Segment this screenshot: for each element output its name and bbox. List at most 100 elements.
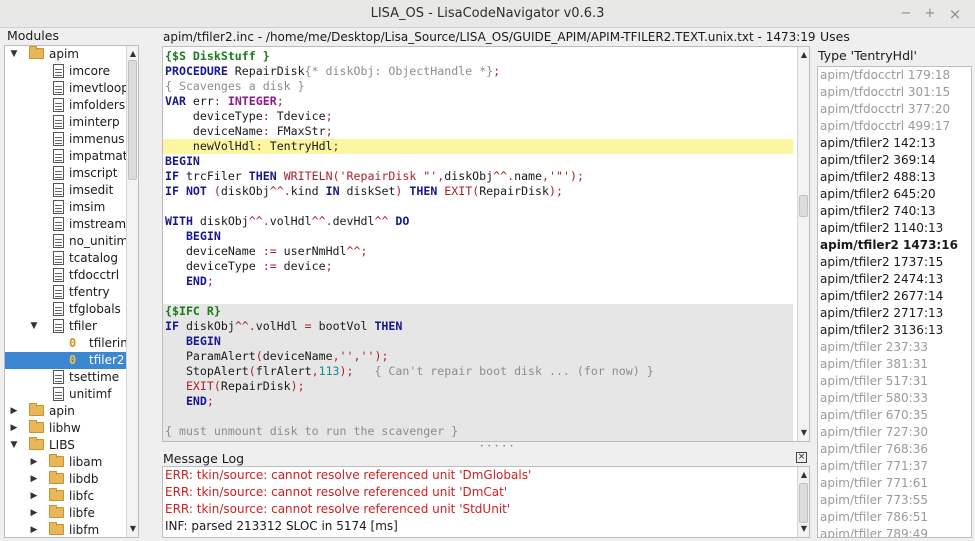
uses-item[interactable]: apim/tfiler2 645:20 — [818, 186, 971, 203]
code-editor[interactable]: {$S DiskStuff } PROCEDURE RepairDisk{* di… — [162, 46, 810, 442]
tree-item-tfentry[interactable]: tfentry — [5, 284, 138, 301]
uses-item[interactable]: apim/tfiler 789:49 — [818, 526, 971, 537]
uses-item[interactable]: apim/tfiler 773:55 — [818, 492, 971, 509]
expand-arrow-icon[interactable]: ▶ — [9, 403, 19, 420]
uses-item[interactable]: apim/tfiler2 1140:13 — [818, 220, 971, 237]
code-line[interactable]: EXIT(RepairDisk); — [163, 379, 793, 394]
uses-item[interactable]: apim/tfdocctrl 377:20 — [818, 101, 971, 118]
code-line[interactable] — [163, 199, 793, 214]
code-line[interactable]: BEGIN — [163, 334, 793, 349]
code-line[interactable]: WITH diskObj^^.volHdl^^.devHdl^^ DO — [163, 214, 793, 229]
splitter-handle[interactable]: • • • • • — [480, 443, 514, 450]
uses-item[interactable]: apim/tfiler2 3136:13 — [818, 322, 971, 339]
tree-item-imscript[interactable]: imscript — [5, 165, 138, 182]
uses-item[interactable]: apim/tfiler 768:36 — [818, 441, 971, 458]
uses-item[interactable]: apim/tfiler2 2474:13 — [818, 271, 971, 288]
code-line[interactable]: IF diskObj^^.volHdl = bootVol THEN — [163, 319, 793, 334]
code-line[interactable]: StopAlert(flrAlert,113); { Can't repair … — [163, 364, 793, 379]
uses-item[interactable]: apim/tfiler2 740:13 — [818, 203, 971, 220]
tree-item-apin[interactable]: ▶ apin — [5, 403, 138, 420]
uses-list[interactable]: apim/tfdocctrl 179:18 apim/tfdocctrl 301:… — [817, 66, 972, 538]
uses-item[interactable]: apim/tfiler 381:31 — [818, 356, 971, 373]
code-line[interactable]: { must unmount disk to run the scavenger… — [163, 424, 793, 439]
tree-item-libhw[interactable]: ▶ libhw — [5, 420, 138, 437]
close-button[interactable]: × — [947, 6, 963, 22]
tree-item-libs[interactable]: ▼ LIBS — [5, 437, 138, 454]
code-line[interactable]: END; — [163, 394, 793, 409]
minimize-button[interactable]: − — [898, 6, 914, 22]
expand-arrow-icon[interactable]: ▶ — [9, 420, 19, 437]
tree-item-tfglobals[interactable]: tfglobals — [5, 301, 138, 318]
uses-item[interactable]: apim/tfiler 786:51 — [818, 509, 971, 526]
code-line[interactable]: deviceType := device; — [163, 259, 793, 274]
scroll-thumb[interactable] — [128, 60, 137, 180]
uses-item[interactable]: apim/tfiler2 1737:15 — [818, 254, 971, 271]
uses-item[interactable]: apim/tfiler2 1473:16 — [818, 237, 971, 254]
uses-item[interactable]: apim/tfiler2 2717:13 — [818, 305, 971, 322]
code-line[interactable]: deviceType: Tdevice; — [163, 109, 793, 124]
tree-item-libdb[interactable]: ▶ libdb — [5, 471, 138, 488]
tree-item-immenus[interactable]: immenus — [5, 131, 138, 148]
code-line[interactable] — [163, 409, 793, 424]
message-scrollbar[interactable]: ▲ ▼ — [797, 467, 809, 537]
code-line[interactable]: newVolHdl: TentryHdl; — [163, 139, 793, 154]
code-line[interactable]: BEGIN — [163, 154, 793, 169]
code-line[interactable]: ParamAlert(deviceName,'',''); — [163, 439, 793, 441]
tree-item-libfc[interactable]: ▶ libfc — [5, 488, 138, 505]
editor-scrollbar[interactable]: ▲ ▼ — [797, 47, 809, 441]
tree-item-tfiler[interactable]: ▼ tfiler — [5, 318, 138, 335]
tree-item-apim[interactable]: ▼ apim — [5, 46, 138, 63]
tree-item-imsedit[interactable]: imsedit — [5, 182, 138, 199]
collapse-arrow-icon[interactable]: ▼ — [9, 437, 19, 454]
scroll-down-icon[interactable]: ▼ — [799, 428, 809, 438]
modules-tree[interactable]: ▼ apim imcore imevtloop imfolders iminterp imm… — [4, 45, 139, 538]
tree-item-imsim[interactable]: imsim — [5, 199, 138, 216]
tree-item-tfilerint[interactable]: 0 tfilerint — [5, 335, 138, 352]
code-line[interactable]: {$S DiskStuff } — [163, 49, 793, 64]
scroll-thumb[interactable] — [799, 483, 808, 523]
tree-item-imstream[interactable]: imstream — [5, 216, 138, 233]
tree-item-iminterp[interactable]: iminterp — [5, 114, 138, 131]
uses-item[interactable]: apim/tfiler2 2677:14 — [818, 288, 971, 305]
code-line[interactable]: { Scavenges a disk } — [163, 79, 793, 94]
code-line[interactable]: {$IFC R} — [163, 304, 793, 319]
scroll-down-icon[interactable]: ▼ — [128, 524, 138, 534]
scroll-thumb[interactable] — [799, 195, 808, 217]
uses-item[interactable]: apim/tfiler 517:31 — [818, 373, 971, 390]
code-line[interactable]: VAR err: INTEGER; — [163, 94, 793, 109]
code-line[interactable]: BEGIN — [163, 229, 793, 244]
collapse-arrow-icon[interactable]: ▼ — [29, 318, 39, 335]
tree-item-no_unitimf[interactable]: no_unitimf — [5, 233, 138, 250]
code-line[interactable]: END; — [163, 274, 793, 289]
expand-arrow-icon[interactable]: ▶ — [29, 488, 39, 505]
tree-item-unitimf[interactable]: unitimf — [5, 386, 138, 403]
scroll-up-icon[interactable]: ▲ — [799, 50, 809, 60]
uses-item[interactable]: apim/tfdocctrl 499:17 — [818, 118, 971, 135]
tree-item-imfolders[interactable]: imfolders — [5, 97, 138, 114]
tree-item-tfiler2[interactable]: 0 tfiler2 — [5, 352, 138, 369]
uses-item[interactable]: apim/tfiler 727:30 — [818, 424, 971, 441]
tree-item-tsettime[interactable]: tsettime — [5, 369, 138, 386]
tree-item-tfdocctrl[interactable]: tfdocctrl — [5, 267, 138, 284]
code-line[interactable]: ParamAlert(deviceName,'',''); — [163, 349, 793, 364]
message-log-close-icon[interactable]: × — [796, 452, 807, 463]
expand-arrow-icon[interactable]: ▶ — [29, 454, 39, 471]
tree-scrollbar[interactable]: ▲ ▼ — [126, 46, 138, 537]
code-lines[interactable]: {$S DiskStuff } PROCEDURE RepairDisk{* di… — [163, 49, 793, 441]
tree-item-impatmat[interactable]: impatmat — [5, 148, 138, 165]
code-line[interactable] — [163, 289, 793, 304]
maximize-button[interactable]: + — [922, 6, 938, 22]
scroll-down-icon[interactable]: ▼ — [799, 524, 809, 534]
expand-arrow-icon[interactable]: ▶ — [29, 522, 39, 537]
scroll-up-icon[interactable]: ▲ — [128, 49, 138, 59]
code-line[interactable]: deviceName := userNmHdl^^; — [163, 244, 793, 259]
tree-item-imevtloop[interactable]: imevtloop — [5, 80, 138, 97]
scroll-up-icon[interactable]: ▲ — [799, 470, 809, 480]
uses-item[interactable]: apim/tfdocctrl 179:18 — [818, 67, 971, 84]
code-line[interactable]: IF NOT (diskObj^^.kind IN diskSet) THEN … — [163, 184, 793, 199]
tree-item-libfm[interactable]: ▶ libfm — [5, 522, 138, 537]
uses-item[interactable]: apim/tfiler2 142:13 — [818, 135, 971, 152]
tree-item-libfe[interactable]: ▶ libfe — [5, 505, 138, 522]
uses-item[interactable]: apim/tfiler 580:33 — [818, 390, 971, 407]
tree-item-tcatalog[interactable]: tcatalog — [5, 250, 138, 267]
